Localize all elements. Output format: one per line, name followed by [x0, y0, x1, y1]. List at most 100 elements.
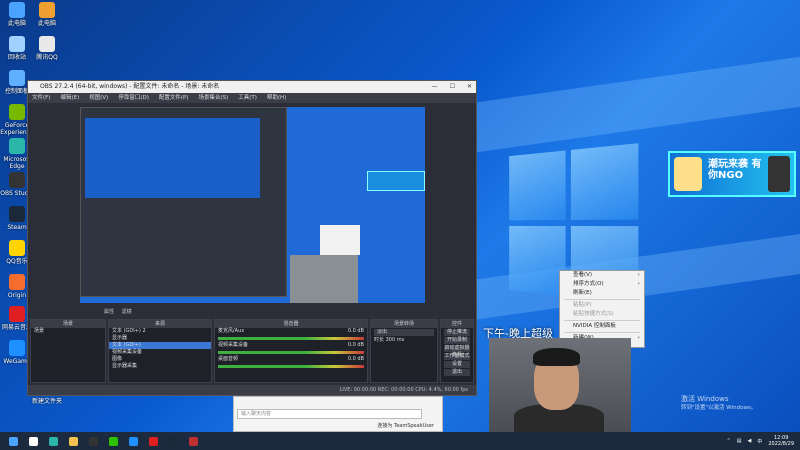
- obs-icon: [88, 436, 98, 446]
- steam-icon: [9, 206, 25, 222]
- menu-item[interactable]: 文件(F): [32, 93, 50, 103]
- doc-icon: [39, 2, 55, 18]
- control-panel-icon: [9, 70, 25, 86]
- taskbar-app[interactable]: [126, 435, 140, 447]
- transition-select[interactable]: 淡出: [374, 329, 434, 336]
- source-item[interactable]: 显示器: [109, 335, 211, 342]
- source-item[interactable]: 文本 (GDI+): [109, 342, 211, 349]
- taskbar-app[interactable]: [106, 435, 120, 447]
- tab-properties[interactable]: 属性: [104, 309, 114, 315]
- volume-slider[interactable]: [218, 351, 364, 354]
- mixer-channel: 桌面音频 0.0 dB: [215, 356, 367, 368]
- menu-item[interactable]: 帮助(H): [267, 93, 286, 103]
- context-menu-item[interactable]: 排序方式(O) ›: [560, 280, 644, 289]
- wegame-icon: [9, 340, 25, 356]
- taskbar-app[interactable]: [6, 435, 20, 447]
- context-menu-item[interactable]: 查看(V) ›: [560, 271, 644, 280]
- obs-docks: 属性 滤镜 场景 场景 来源 文本 (GDI+) 2 显示器 文本 (GDI+) 视频…: [28, 309, 476, 395]
- wechat-icon: [108, 436, 118, 446]
- context-menu-item[interactable]: 刷新(E): [560, 289, 644, 298]
- obs-window[interactable]: OBS 27.2.4 (64-bit, windows) - 配置文件: 未命名…: [27, 80, 477, 396]
- network-icon[interactable]: ▤: [737, 438, 742, 444]
- close-icon[interactable]: ✕: [467, 81, 472, 93]
- origin-icon: [9, 274, 25, 290]
- context-menu-item[interactable]: NVIDIA 控制面板: [560, 322, 644, 331]
- character-icon: [768, 156, 790, 192]
- control-button[interactable]: 退出: [444, 369, 470, 376]
- volume-icon[interactable]: ◀: [747, 438, 751, 444]
- watermark-subtitle: 转到"设置"以激活 Windows。: [681, 405, 757, 411]
- ime-icon[interactable]: 中: [757, 438, 762, 445]
- source-item[interactable]: 视频采集设备: [109, 349, 211, 356]
- menu-separator: [564, 320, 640, 321]
- desktop-icon[interactable]: 此电脑: [30, 2, 64, 27]
- control-button[interactable]: 启动虚拟摄像机: [444, 345, 470, 358]
- desktop-icon[interactable]: 回收站: [0, 36, 34, 61]
- recycle-bin-icon: [9, 36, 25, 52]
- maximize-icon[interactable]: ☐: [450, 81, 455, 93]
- obs-titlebar[interactable]: OBS 27.2.4 (64-bit, windows) - 配置文件: 未命名…: [28, 81, 476, 93]
- minimize-icon[interactable]: —: [432, 81, 438, 93]
- character-icon: [674, 157, 702, 191]
- scenes-panel: 场景 场景: [30, 319, 106, 383]
- volume-slider[interactable]: [218, 365, 364, 368]
- menu-item[interactable]: 停靠窗口(D): [118, 93, 149, 103]
- nvidia-icon: [9, 104, 25, 120]
- search-icon: [28, 436, 38, 446]
- control-button[interactable]: 设置: [444, 361, 470, 368]
- control-button[interactable]: 停止推流: [444, 329, 470, 336]
- scene-item[interactable]: 场景: [31, 328, 105, 335]
- obs-preview[interactable]: [80, 107, 425, 303]
- source-item[interactable]: 文本 (GDI+) 2: [109, 328, 211, 335]
- menu-item[interactable]: 视图(V): [89, 93, 108, 103]
- chevron-up-icon[interactable]: ⌃: [727, 438, 731, 444]
- taskbar-app[interactable]: [46, 435, 60, 447]
- computer-icon: [9, 2, 25, 18]
- desktop: 此电脑 此电脑 回收站 腾讯QQ 控制面板 GeForce Experience Micro…: [0, 0, 800, 432]
- steam-icon: [168, 436, 178, 446]
- context-menu-item: 粘贴(P): [560, 301, 644, 310]
- app-icon: [39, 36, 55, 52]
- taskbar: ⌃ ▤ ◀ 中 12:09 2022/8/29: [0, 432, 800, 450]
- clock-date: 2022/8/29: [768, 441, 794, 447]
- control-button[interactable]: 工作室模式: [444, 353, 470, 360]
- clock[interactable]: 12:09 2022/8/29: [768, 435, 794, 447]
- desktop-icon-label: 新建文件夹: [31, 398, 62, 405]
- chat-user: 连接为 TeamSpeakUser: [377, 423, 434, 429]
- desktop-icon[interactable]: 此电脑: [0, 2, 34, 27]
- taskbar-app[interactable]: [166, 435, 180, 447]
- activation-watermark: 激活 Windows 转到"设置"以激活 Windows。: [681, 395, 756, 413]
- menu-separator: [564, 299, 640, 300]
- obs-icon: [9, 172, 25, 188]
- taskbar-app[interactable]: [186, 435, 200, 447]
- volume-slider[interactable]: [218, 337, 364, 340]
- obs-statusbar: LIVE: 00:00:00 REC: 00:00:00 CPU: 4.4%, …: [28, 385, 476, 395]
- menu-item[interactable]: 场景集合(S): [198, 93, 228, 103]
- taskbar-app[interactable]: [146, 435, 160, 447]
- taskbar-app[interactable]: [66, 435, 80, 447]
- mixer-panel: 混音器 麦克风/Aux 0.0 dB 视频采集设备 0.0 dB 桌面音频 0.0 dB: [214, 319, 368, 383]
- control-button[interactable]: 开始录制: [444, 337, 470, 344]
- channel-db: 0.0 dB: [347, 328, 364, 334]
- context-menu-label: 粘贴快捷方式(S): [573, 311, 614, 317]
- taskbar-app[interactable]: [86, 435, 100, 447]
- menu-item[interactable]: 配置文件(P): [159, 93, 189, 103]
- banner-text: 潮玩来袭 有你NGO: [708, 159, 762, 181]
- source-item[interactable]: 显示器采集: [109, 363, 211, 370]
- channel-name: 桌面音频: [218, 356, 239, 362]
- chat-input[interactable]: 输入聊天内容: [237, 409, 422, 419]
- context-menu-label: 排序方式(O): [573, 281, 604, 287]
- light-beam: [470, 56, 800, 154]
- webcam-feed: [489, 338, 631, 432]
- mixer-title: 混音器: [215, 320, 367, 328]
- menu-item[interactable]: 编辑(E): [60, 93, 79, 103]
- source-item[interactable]: 图像: [109, 356, 211, 363]
- promo-banner[interactable]: 潮玩来袭 有你NGO: [668, 151, 796, 197]
- menu-item[interactable]: 工具(T): [238, 93, 257, 103]
- music-icon: [9, 240, 25, 256]
- duration-input[interactable]: 300 ms: [386, 337, 405, 343]
- desktop-icon[interactable]: 腾讯QQ: [30, 36, 64, 61]
- tab-filters[interactable]: 滤镜: [122, 309, 132, 315]
- explorer-icon: [68, 436, 78, 446]
- taskbar-app[interactable]: [26, 435, 40, 447]
